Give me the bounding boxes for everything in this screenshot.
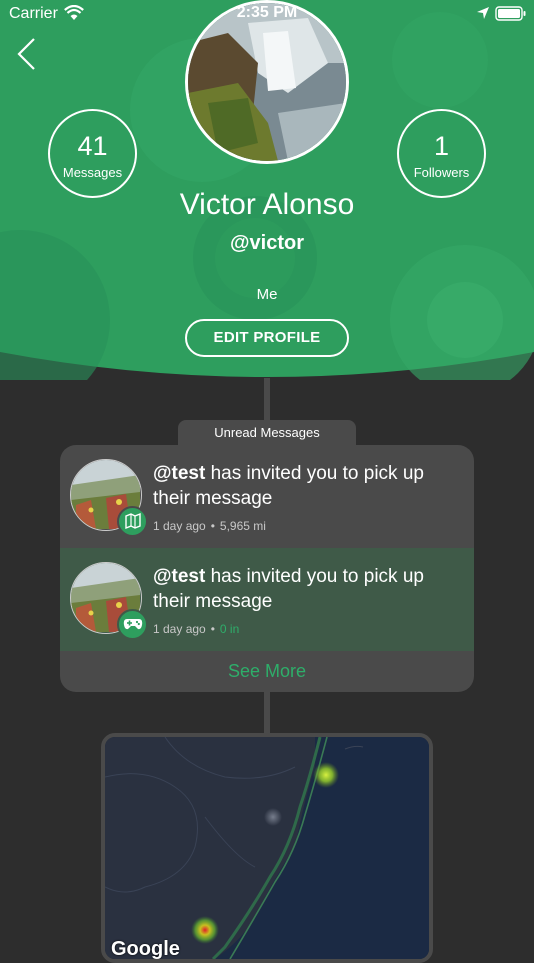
message-distance: 0 in [219,622,240,636]
clock-time: 2:35 PM [236,4,298,21]
battery-icon [495,6,526,21]
map-hotspot-red[interactable] [191,916,219,944]
followers-stat[interactable]: 1 Followers [397,109,486,198]
message-time: 1 day ago [153,519,206,533]
message-item[interactable]: @test has invited you to pick up their m… [60,445,474,548]
see-more-button[interactable]: See More [60,651,474,692]
followers-count: 1 [433,131,450,161]
message-distance: 5,965 mi [219,519,266,533]
messages-map[interactable]: Google [101,733,433,963]
map-canvas [105,737,429,959]
message-sender: @test [153,566,206,587]
back-chevron-icon[interactable] [14,36,44,72]
message-meta: 1 day ago • 0 in [153,622,240,636]
messages-stat[interactable]: 41 Messages [48,109,137,198]
map-hotspot-faint [264,808,282,826]
profile-name: Victor Alonso [179,188,355,221]
profile-username: @victor [230,232,304,254]
message-time: 1 day ago [153,622,206,636]
unread-messages-card: @test has invited you to pick up their m… [60,445,474,692]
message-item[interactable]: @test has invited you to pick up their m… [60,548,474,651]
messages-label: Messages [62,165,123,180]
message-meta: 1 day ago • 5,965 mi [153,519,266,533]
message-sender: @test [153,463,206,484]
messages-count: 41 [77,131,108,161]
edit-profile-button[interactable]: EDIT PROFILE [185,319,349,357]
timeline-connector [264,378,270,422]
followers-label: Followers [413,165,470,180]
gamepad-icon [117,609,148,640]
status-bar: Carrier 2:35 PM [0,0,534,28]
map-icon [117,506,148,537]
timeline-connector [264,690,270,735]
location-arrow-icon [477,7,489,19]
map-hotspot-green[interactable] [313,762,339,788]
profile-bio: Me [256,286,278,303]
message-text: @test has invited you to pick up their m… [153,461,453,511]
message-text: @test has invited you to pick up their m… [153,564,453,614]
